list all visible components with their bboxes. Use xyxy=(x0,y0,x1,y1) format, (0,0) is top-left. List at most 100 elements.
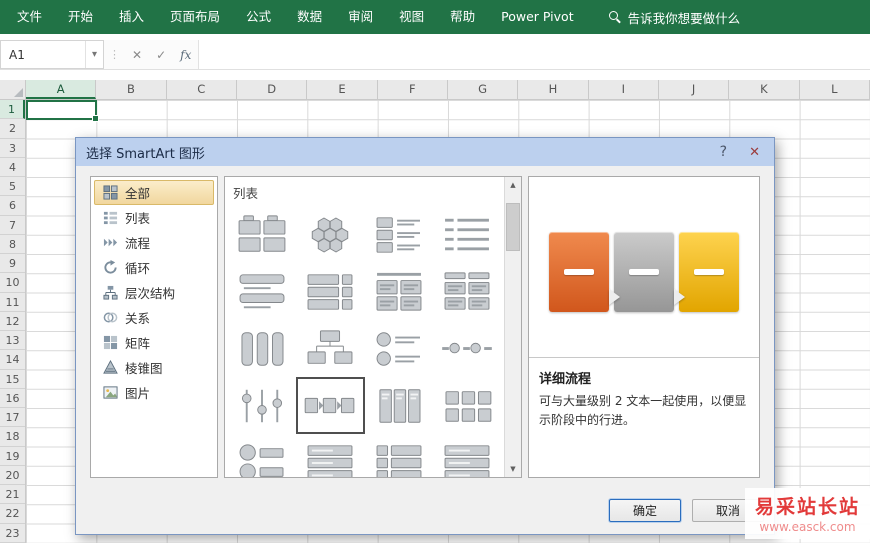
insert-function-icon[interactable]: fx xyxy=(173,40,198,69)
row-header-21[interactable]: 21 xyxy=(0,485,25,505)
ribbon-tab-9[interactable]: 帮助 xyxy=(437,0,488,34)
close-button[interactable]: ✕ xyxy=(749,145,760,160)
column-header-F[interactable]: F xyxy=(378,80,448,99)
ribbon-tab-5[interactable]: 公式 xyxy=(233,0,284,34)
smartart-thumbnail-bar-box-rows[interactable] xyxy=(296,263,364,320)
scroll-up-icon[interactable]: ▲ xyxy=(505,177,521,193)
select-all-corner[interactable] xyxy=(0,80,26,99)
row-header-19[interactable]: 19 xyxy=(0,447,25,466)
row-header-11[interactable]: 11 xyxy=(0,293,25,312)
row-header-8[interactable]: 8 xyxy=(0,235,25,254)
smartart-thumbnail-line-dash[interactable] xyxy=(433,206,501,263)
cancel-entry-icon[interactable]: ✕ xyxy=(125,40,149,69)
ribbon-tab-3[interactable]: 插入 xyxy=(106,0,157,34)
row-header-3[interactable]: 3 xyxy=(0,139,25,158)
selected-cell-a1[interactable] xyxy=(26,100,99,122)
smartart-thumbnail-slider-lines[interactable] xyxy=(228,377,296,434)
row-header-15[interactable]: 15 xyxy=(0,370,25,389)
help-button[interactable]: ? xyxy=(720,144,727,160)
smartart-thumbnail-row-boxes[interactable] xyxy=(365,434,433,477)
row-header-17[interactable]: 17 xyxy=(0,408,25,428)
ribbon-tab-1[interactable]: 文件 xyxy=(4,0,55,34)
column-header-C[interactable]: C xyxy=(167,80,237,99)
column-header-I[interactable]: I xyxy=(589,80,659,99)
smartart-thumbnail-hier[interactable] xyxy=(296,320,364,377)
smartart-thumbnail-tab-grid[interactable] xyxy=(228,206,296,263)
column-header-E[interactable]: E xyxy=(307,80,378,99)
category-relationship[interactable]: 关系 xyxy=(94,305,214,330)
ribbon-tab-7[interactable]: 审阅 xyxy=(335,0,386,34)
column-header-J[interactable]: J xyxy=(659,80,730,99)
column-header-B[interactable]: B xyxy=(96,80,167,99)
smartart-thumbnail-two-col-lines2[interactable] xyxy=(433,263,501,320)
category-hierarchy[interactable]: 层次结构 xyxy=(94,280,214,305)
drag-handle-icon: ⋮ xyxy=(109,48,120,61)
ribbon-tabs: 文件 开始 插入 页面布局 公式 数据 审阅 视图 帮助 Power Pivot xyxy=(4,0,587,34)
gallery-scrollbar[interactable]: ▲ ▼ xyxy=(504,177,521,477)
smartart-thumbnail-tall-bars[interactable] xyxy=(365,377,433,434)
row-header-12[interactable]: 12 xyxy=(0,312,25,331)
preview-gray-block xyxy=(614,232,685,312)
category-all[interactable]: 全部 xyxy=(94,180,214,205)
smartart-thumbnail-dash-circle[interactable] xyxy=(433,320,501,377)
row-header-5[interactable]: 5 xyxy=(0,177,25,197)
row-header-1[interactable]: 1 xyxy=(0,100,25,120)
column-header-H[interactable]: H xyxy=(518,80,589,99)
smartart-thumbnail-row-lines[interactable] xyxy=(296,434,364,477)
smartart-thumbnail-row-lines[interactable] xyxy=(433,434,501,477)
row-header-13[interactable]: 13 xyxy=(0,331,25,351)
smartart-thumbnail-two-col-lines[interactable] xyxy=(365,263,433,320)
category-list[interactable]: 列表 xyxy=(94,205,214,230)
category-picture[interactable]: 图片 xyxy=(94,380,214,405)
row-header-6[interactable]: 6 xyxy=(0,196,25,216)
smartart-thumbnail-square-grid[interactable] xyxy=(433,377,501,434)
name-box[interactable]: A1 ▾ xyxy=(0,40,104,69)
matrix-icon xyxy=(102,335,118,351)
row-header-7[interactable]: 7 xyxy=(0,216,25,235)
row-header-22[interactable]: 22 xyxy=(0,504,25,524)
column-header-G[interactable]: G xyxy=(448,80,519,99)
enter-entry-icon[interactable]: ✓ xyxy=(149,40,173,69)
scrollbar-thumb[interactable] xyxy=(506,203,520,251)
smartart-thumbnail-wide-bars[interactable] xyxy=(228,263,296,320)
smartart-thumbnail-arrow-boxes[interactable] xyxy=(296,377,365,434)
row-header-16[interactable]: 16 xyxy=(0,389,25,408)
smartart-thumbnail-circle-lines[interactable] xyxy=(365,320,433,377)
scroll-down-icon[interactable]: ▼ xyxy=(505,461,521,477)
preview-title: 详细流程 xyxy=(539,372,592,387)
smartart-thumbnail-vert-cols[interactable] xyxy=(228,320,296,377)
watermark-title: 易采站长站 xyxy=(754,496,860,518)
ribbon-tab-2[interactable]: 开始 xyxy=(55,0,106,34)
column-header-D[interactable]: D xyxy=(237,80,308,99)
formula-input[interactable] xyxy=(198,40,870,69)
column-header-K[interactable]: K xyxy=(729,80,800,99)
category-cycle[interactable]: 循环 xyxy=(94,255,214,280)
row-header-23[interactable]: 23 xyxy=(0,524,25,543)
category-pyramid[interactable]: 棱锥图 xyxy=(94,355,214,380)
ribbon-tab-8[interactable]: 视图 xyxy=(386,0,437,34)
chevron-down-icon[interactable]: ▾ xyxy=(84,41,103,68)
tell-me-search[interactable]: 告诉我你想要做什么 xyxy=(608,8,740,27)
smartart-thumbnail-circle-stack[interactable] xyxy=(228,434,296,477)
smartart-thumbnail-hex[interactable] xyxy=(296,206,364,263)
row-header-18[interactable]: 18 xyxy=(0,427,25,447)
row-header-14[interactable]: 14 xyxy=(0,350,25,370)
smartart-thumbnail-box-lines[interactable] xyxy=(365,206,433,263)
ribbon-tab-10[interactable]: Power Pivot xyxy=(488,0,586,34)
row-header-10[interactable]: 10 xyxy=(0,273,25,293)
row-header-20[interactable]: 20 xyxy=(0,466,25,485)
process-icon xyxy=(102,235,118,251)
all-icon xyxy=(102,185,118,201)
dialog-titlebar[interactable]: 选择 SmartArt 图形 ? ✕ xyxy=(76,138,774,166)
row-header-4[interactable]: 4 xyxy=(0,158,25,177)
category-matrix[interactable]: 矩阵 xyxy=(94,330,214,355)
category-process[interactable]: 流程 xyxy=(94,230,214,255)
column-header-A[interactable]: A xyxy=(26,80,97,99)
scrollbar-track[interactable] xyxy=(505,193,521,461)
ribbon-tab-4[interactable]: 页面布局 xyxy=(157,0,233,34)
ribbon-tab-6[interactable]: 数据 xyxy=(284,0,335,34)
row-header-2[interactable]: 2 xyxy=(0,119,25,139)
column-header-L[interactable]: L xyxy=(800,80,870,99)
row-header-9[interactable]: 9 xyxy=(0,254,25,274)
ok-button[interactable]: 确定 xyxy=(609,499,681,522)
